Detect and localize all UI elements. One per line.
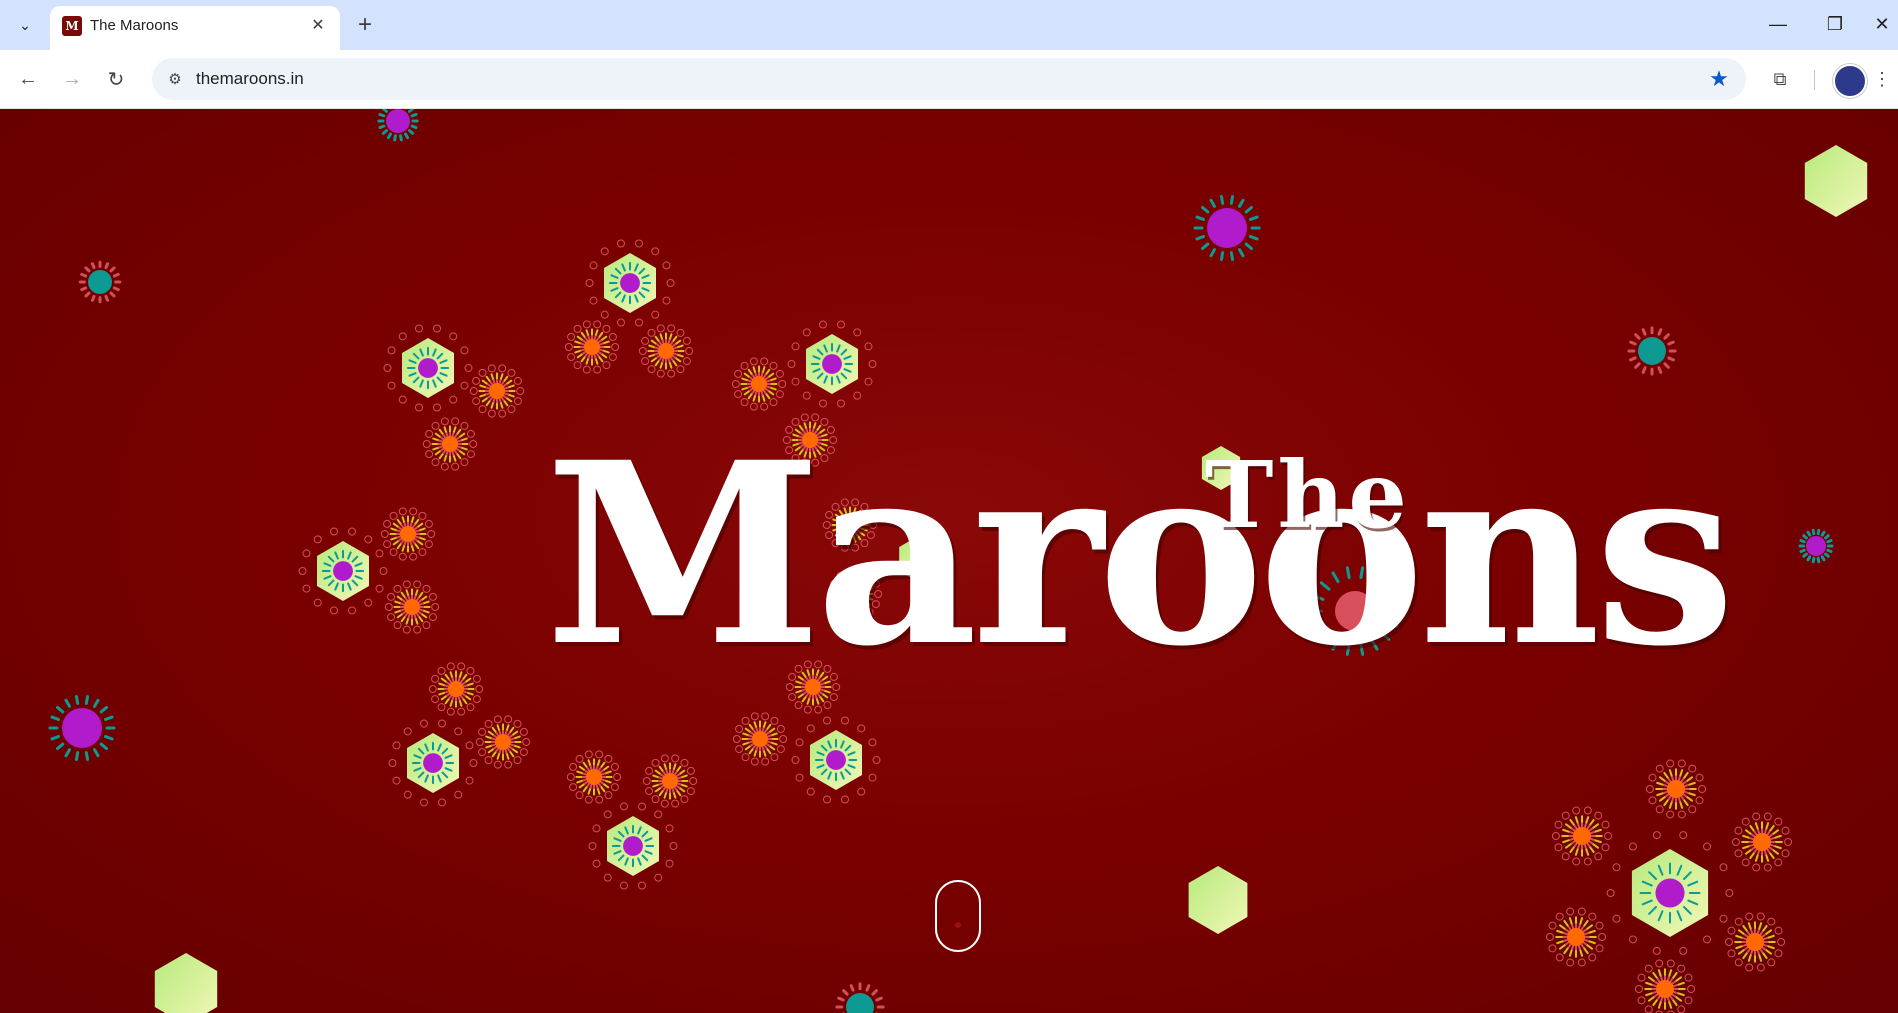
orange-flower — [495, 734, 511, 750]
url-text[interactable]: themaroons.in — [196, 69, 304, 89]
orange-flower — [1656, 980, 1674, 998]
site-title-the: The — [1205, 441, 1411, 549]
new-tab-button[interactable]: + — [350, 10, 380, 40]
magenta-flower — [386, 109, 410, 133]
profile-avatar[interactable] — [1833, 64, 1867, 98]
arrow-left-icon: ← — [18, 67, 38, 90]
site-favicon-icon: M — [62, 16, 82, 36]
orange-flower — [751, 376, 767, 392]
plus-icon: + — [357, 11, 372, 38]
close-window-button[interactable]: ✕ — [1866, 8, 1898, 40]
bookmark-button[interactable]: ★ — [1704, 64, 1734, 94]
scroll-dot — [955, 922, 961, 928]
chevron-down-icon: ⌄ — [19, 16, 31, 33]
extensions-button[interactable]: ⧉ — [1764, 63, 1796, 95]
orange-flower — [442, 436, 458, 452]
hex-flower-large — [1655, 878, 1685, 908]
browser-toolbar: ← → ↻ ⚙ themaroons.in ★ ⧉ ⋮ — [0, 50, 1898, 109]
back-button[interactable]: ← — [12, 63, 44, 95]
magenta-flower — [62, 708, 102, 748]
reload-icon: ↻ — [107, 68, 125, 91]
orange-flower — [400, 526, 416, 542]
site-title-maroons: Maroons — [545, 407, 1735, 701]
magenta-flower — [1806, 536, 1826, 556]
forward-button[interactable]: → — [56, 63, 88, 95]
hex-flower — [333, 561, 353, 581]
orange-flower — [1667, 780, 1685, 798]
tune-icon: ⚙ — [168, 71, 182, 88]
site-info-button[interactable]: ⚙ — [160, 64, 190, 94]
minimize-icon: — — [1769, 13, 1787, 34]
orange-flower — [586, 769, 602, 785]
reload-button[interactable]: ↻ — [100, 63, 132, 95]
toolbar-divider — [1814, 70, 1815, 90]
star-icon: ★ — [1709, 66, 1729, 91]
orange-flower — [489, 383, 505, 399]
orange-flower — [584, 339, 600, 355]
hex-flower — [620, 273, 640, 293]
teal-flower — [846, 993, 874, 1013]
tab-search-button[interactable]: ⌄ — [10, 10, 40, 40]
orange-flower — [1567, 928, 1585, 946]
hex-flower — [822, 354, 842, 374]
teal-flower — [88, 270, 112, 294]
orange-flower — [658, 343, 674, 359]
orange-flower — [404, 599, 420, 615]
teal-flower — [1638, 337, 1666, 365]
orange-flower — [1746, 933, 1764, 951]
orange-flower — [1753, 833, 1771, 851]
page-hero: Maroons The — [0, 109, 1898, 1013]
tab-title: The Maroons — [90, 17, 179, 34]
menu-button[interactable]: ⋮ — [1870, 63, 1894, 95]
orange-flower — [662, 773, 678, 789]
magenta-flower — [1207, 208, 1247, 248]
tab-strip: ⌄ M The Maroons ✕ + — ❐ ✕ — [0, 0, 1898, 50]
hex-flower — [623, 836, 643, 856]
kebab-icon: ⋮ — [1873, 68, 1891, 89]
orange-flower — [752, 731, 768, 747]
puzzle-icon: ⧉ — [1773, 68, 1787, 89]
hex-flower — [826, 750, 846, 770]
close-icon: ✕ — [1874, 13, 1890, 34]
minimize-button[interactable]: — — [1758, 8, 1798, 40]
scroll-down-indicator[interactable] — [935, 880, 981, 952]
orange-flower — [448, 681, 464, 697]
hex-flower — [418, 358, 438, 378]
address-bar[interactable]: ⚙ themaroons.in ★ — [152, 58, 1746, 100]
arrow-right-icon: → — [62, 67, 82, 90]
close-icon: ✕ — [311, 17, 325, 34]
hex-flower — [423, 753, 443, 773]
orange-flower — [1573, 827, 1591, 845]
restore-button[interactable]: ❐ — [1815, 8, 1855, 40]
restore-icon: ❐ — [1826, 13, 1844, 34]
tab-close-button[interactable]: ✕ — [306, 13, 330, 37]
tab-the-maroons[interactable]: M The Maroons ✕ — [50, 6, 340, 50]
